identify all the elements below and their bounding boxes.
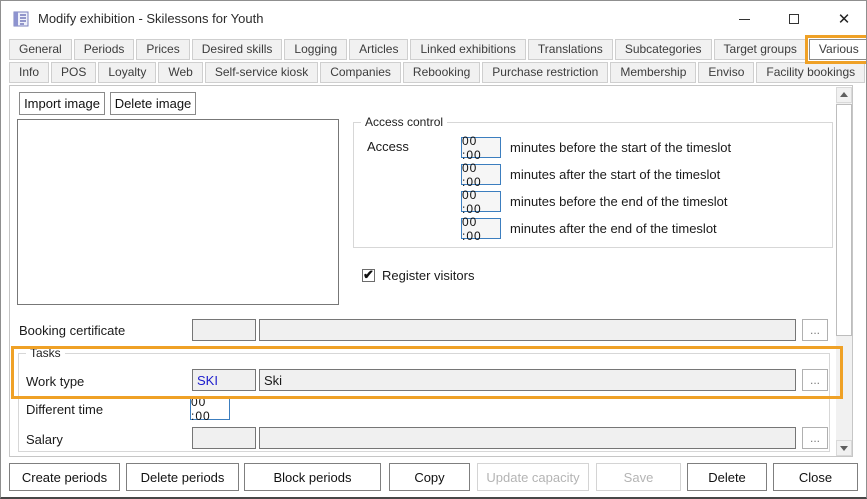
tab-facility-bookings[interactable]: Facility bookings xyxy=(756,62,865,83)
access-minutes-field-0[interactable]: 00 :00 xyxy=(461,137,501,158)
salary-browse-button[interactable]: ... xyxy=(802,427,828,449)
tab-logging[interactable]: Logging xyxy=(284,39,347,60)
booking-certificate-browse-button[interactable]: ... xyxy=(802,319,828,341)
tab-translations[interactable]: Translations xyxy=(528,39,613,60)
scrollbar-thumb[interactable] xyxy=(836,104,852,336)
access-row-3: 00 :00 minutes after the end of the times… xyxy=(461,218,717,239)
window-title: Modify exhibition - Skilessons for Youth xyxy=(38,11,263,26)
tab-periods[interactable]: Periods xyxy=(74,39,135,60)
close-button[interactable]: ✕ xyxy=(829,7,859,31)
register-visitors-label: Register visitors xyxy=(382,268,474,283)
tab-page-content: Import image Delete image Access control… xyxy=(9,85,853,457)
access-row-1: 00 :00 minutes after the start of the tim… xyxy=(461,164,720,185)
tab-linked-exhibitions[interactable]: Linked exhibitions xyxy=(410,39,525,60)
tab-various[interactable]: Various xyxy=(809,39,867,60)
different-time-field[interactable]: 00 :00 xyxy=(190,398,230,420)
access-row-text-3: minutes after the end of the timeslot xyxy=(510,221,717,236)
tasks-group-title: Tasks xyxy=(26,346,65,360)
salary-description-field[interactable] xyxy=(259,427,796,449)
image-preview-box xyxy=(17,119,339,305)
update-capacity-button: Update capacity xyxy=(477,463,589,491)
document-icon xyxy=(13,11,29,27)
work-type-description-field[interactable]: Ski xyxy=(259,369,796,391)
access-row-text-1: minutes after the start of the timeslot xyxy=(510,167,720,182)
salary-code-field[interactable] xyxy=(192,427,256,449)
access-minutes-field-1[interactable]: 00 :00 xyxy=(461,164,501,185)
work-type-browse-button[interactable]: ... xyxy=(802,369,828,391)
scroll-up-button[interactable] xyxy=(836,87,852,103)
access-row-2: 00 :00 minutes before the end of the time… xyxy=(461,191,728,212)
register-visitors-checkbox[interactable]: ✔ xyxy=(362,269,375,282)
salary-label: Salary xyxy=(26,432,63,447)
copy-button[interactable]: Copy xyxy=(389,463,470,491)
booking-certificate-code-field[interactable] xyxy=(192,319,256,341)
delete-button[interactable]: Delete xyxy=(687,463,767,491)
booking-certificate-label: Booking certificate xyxy=(19,323,125,338)
tab-prices[interactable]: Prices xyxy=(136,39,189,60)
save-button: Save xyxy=(596,463,681,491)
import-image-button[interactable]: Import image xyxy=(19,92,105,115)
tab-row-2: InfoPOSLoyaltyWebSelf-service kioskCompa… xyxy=(9,62,867,83)
scroll-down-button[interactable] xyxy=(836,440,852,456)
delete-image-button[interactable]: Delete image xyxy=(110,92,196,115)
tab-articles[interactable]: Articles xyxy=(349,39,408,60)
arrow-down-icon xyxy=(840,446,848,451)
work-type-label: Work type xyxy=(26,374,84,389)
close-icon: ✕ xyxy=(838,12,851,27)
tab-purchase-restriction[interactable]: Purchase restriction xyxy=(482,62,608,83)
tab-rebooking[interactable]: Rebooking xyxy=(403,62,480,83)
register-visitors-row: ✔ Register visitors xyxy=(362,268,474,283)
delete-periods-button[interactable]: Delete periods xyxy=(126,463,239,491)
access-label: Access xyxy=(367,139,409,154)
different-time-label: Different time xyxy=(26,402,103,417)
maximize-icon xyxy=(789,14,799,24)
checkmark-icon: ✔ xyxy=(363,267,374,283)
tab-target-groups[interactable]: Target groups xyxy=(714,39,807,60)
close-button[interactable]: Close xyxy=(773,463,858,491)
tab-companies[interactable]: Companies xyxy=(320,62,401,83)
tab-pos[interactable]: POS xyxy=(51,62,96,83)
booking-certificate-description-field[interactable] xyxy=(259,319,796,341)
tab-self-service-kiosk[interactable]: Self-service kiosk xyxy=(205,62,318,83)
tab-general[interactable]: General xyxy=(9,39,72,60)
access-minutes-field-2[interactable]: 00 :00 xyxy=(461,191,501,212)
tab-desired-skills[interactable]: Desired skills xyxy=(192,39,283,60)
tab-enviso[interactable]: Enviso xyxy=(698,62,754,83)
work-type-code-field[interactable]: SKI xyxy=(192,369,256,391)
dialog-window: Modify exhibition - Skilessons for Youth… xyxy=(0,0,867,499)
access-row-0: 00 :00 minutes before the start of the ti… xyxy=(461,137,731,158)
tab-row-1: GeneralPeriodsPricesDesired skillsLoggin… xyxy=(9,39,867,60)
titlebar: Modify exhibition - Skilessons for Youth… xyxy=(1,1,866,38)
tab-subcategories[interactable]: Subcategories xyxy=(615,39,712,60)
maximize-button[interactable] xyxy=(779,7,809,31)
minimize-icon xyxy=(739,19,750,20)
block-periods-button[interactable]: Block periods xyxy=(244,463,381,491)
tab-loyalty[interactable]: Loyalty xyxy=(98,62,156,83)
arrow-up-icon xyxy=(840,92,848,97)
create-periods-button[interactable]: Create periods xyxy=(9,463,120,491)
tab-web[interactable]: Web xyxy=(158,62,202,83)
access-row-text-2: minutes before the end of the timeslot xyxy=(510,194,728,209)
minimize-button[interactable] xyxy=(729,7,759,31)
vertical-scrollbar[interactable] xyxy=(836,87,852,456)
access-control-group-title: Access control xyxy=(361,115,447,129)
access-row-text-0: minutes before the start of the timeslot xyxy=(510,140,731,155)
access-minutes-field-3[interactable]: 00 :00 xyxy=(461,218,501,239)
tab-info[interactable]: Info xyxy=(9,62,49,83)
tab-membership[interactable]: Membership xyxy=(610,62,696,83)
access-control-group: Access control Access 00 :00minutes befo… xyxy=(353,122,833,248)
